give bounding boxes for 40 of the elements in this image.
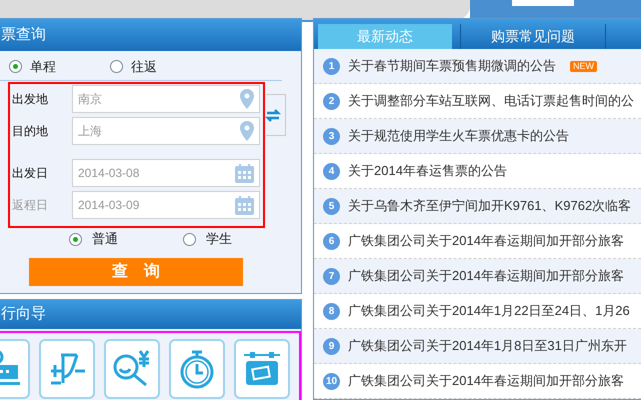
radio-label: 普通 [92,230,118,248]
number-badge: 1 [323,58,340,74]
news-item[interactable]: 3 关于规范使用学生火车票优惠卡的公告 [314,119,641,154]
radio-label: 单程 [30,58,56,76]
magnifier-yen-icon [112,349,152,389]
calendar-icon [235,196,254,214]
guide-tile[interactable] [104,339,160,399]
number-badge: 3 [323,128,340,144]
radio-button[interactable] [69,232,82,246]
field-label: 出发日 [12,165,49,182]
radio-label: 往返 [131,58,157,76]
news-item[interactable]: 7 广铁集团公司关于2014年春运期间加开部分旅客 [314,259,641,294]
radio-label: 学生 [206,230,232,248]
guide-tile[interactable] [234,339,290,399]
number-badge: 4 [323,162,340,180]
calendar-icon [235,164,254,182]
field-label: 目的地 [12,123,49,140]
swap-icon[interactable] [265,108,281,122]
panel-title: 行向导 [1,304,46,324]
news-item[interactable]: 1 关于春节期间车票预售期微调的公告 NEW [314,49,641,84]
news-item[interactable]: 9 广铁集团公司关于2014年1月8日至31日广州东开 [314,329,641,364]
guide-tile[interactable] [39,339,95,399]
number-badge: 7 [323,268,340,284]
number-badge: 2 [323,92,340,110]
field-label: 返程日 [12,197,49,214]
number-badge: 8 [323,302,340,320]
radio-button[interactable] [9,60,22,73]
number-badge: 9 [323,338,340,354]
radio-button[interactable] [183,232,196,246]
radio-button[interactable] [110,60,123,73]
field-label: 出发地 [12,91,49,108]
number-badge: 10 [323,372,340,390]
location-pin-icon [240,89,254,109]
location-pin-icon [240,121,254,141]
number-badge: 5 [323,198,340,214]
panel-title: 票查询 [1,24,46,45]
number-badge: 6 [323,232,340,250]
news-item[interactable]: 5 关于乌鲁木齐至伊宁间加开K9761、K9762次临客 [314,189,641,224]
guide-tile[interactable] [169,339,225,399]
new-badge: NEW [570,60,597,72]
